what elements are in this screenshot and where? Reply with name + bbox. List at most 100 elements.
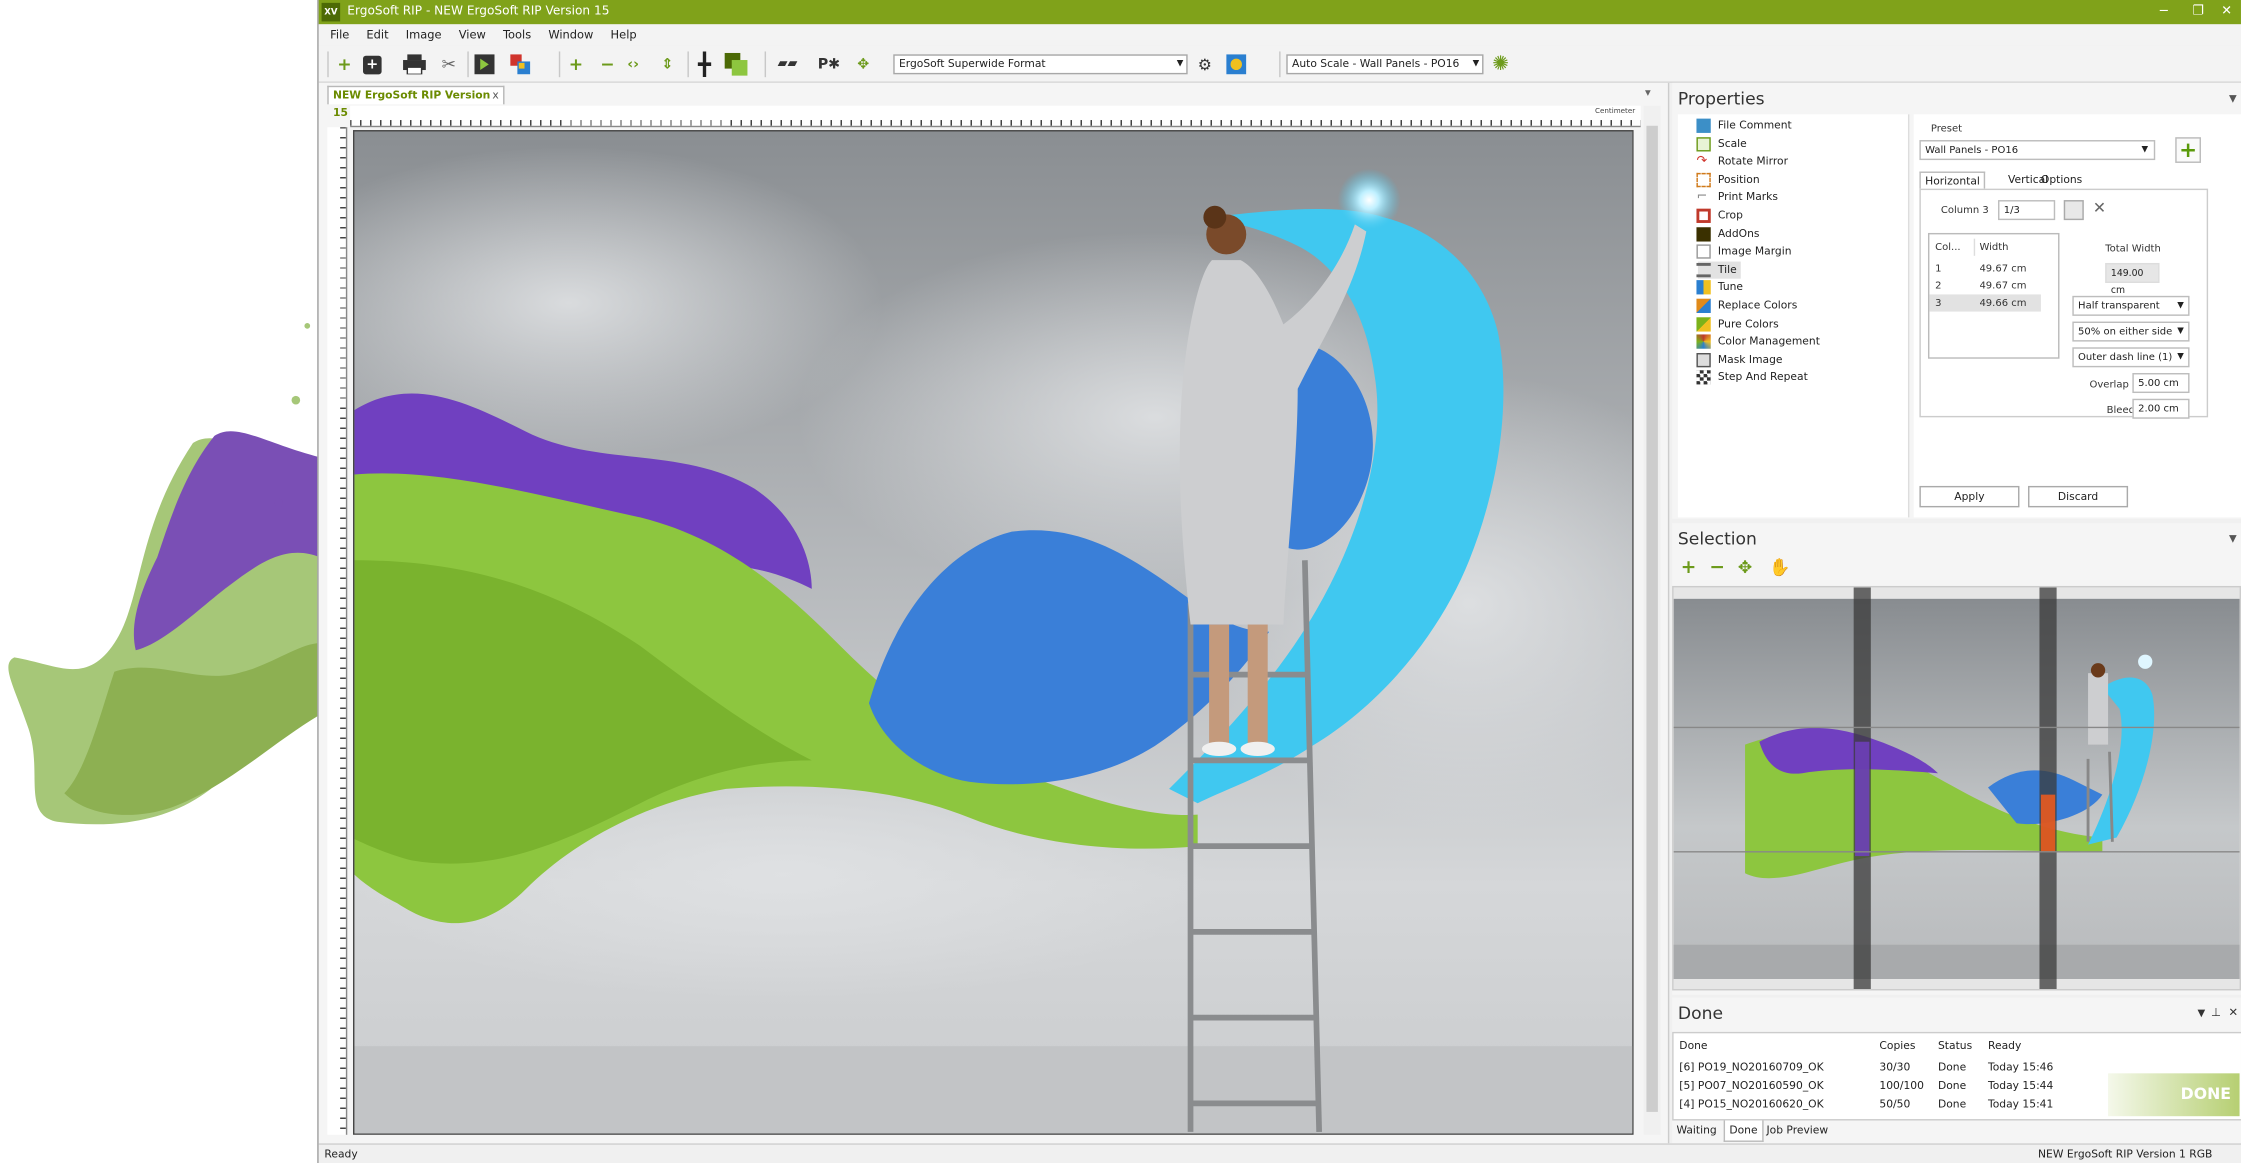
col-header-done: Done <box>1679 1039 1708 1052</box>
col-header-copies: Copies <box>1879 1039 1916 1052</box>
tree-item-tile[interactable]: Tile <box>1696 261 1741 279</box>
pin-icon[interactable]: ⊥ <box>2211 998 2221 1029</box>
width-header: Width <box>1979 241 2009 253</box>
tab-waiting[interactable]: Waiting <box>1672 1120 1721 1140</box>
mask-icon <box>1696 352 1711 368</box>
col-header-status: Status <box>1937 1039 1973 1052</box>
queue-tabs: Waiting Done Job Preview <box>1672 1120 2241 1142</box>
printmarks-icon: ⌐ <box>1696 190 1708 205</box>
apply-button[interactable]: Apply <box>1919 485 2020 508</box>
comment-icon <box>1696 118 1711 133</box>
minimize-button[interactable]: − <box>2148 0 2179 24</box>
panel-menu-icon[interactable]: ▼ <box>2229 83 2237 114</box>
scale-icon <box>1696 136 1711 151</box>
addons-icon <box>1696 226 1711 241</box>
step-repeat-icon <box>1696 370 1711 386</box>
layers-icon[interactable] <box>724 52 748 76</box>
crosshair-icon[interactable]: ╋ <box>693 51 716 77</box>
table-row-selected[interactable]: 3 49.66 cm <box>1929 294 2041 312</box>
selection-panel: Selection ▼ + − ✥ ✋ <box>1672 523 2241 995</box>
close-panel-icon[interactable]: ✕ <box>2229 998 2239 1029</box>
window-title: ErgoSoft RIP - NEW ErgoSoft RIP Version … <box>347 4 610 19</box>
overlap-input[interactable]: 5.00 cm <box>2132 373 2190 394</box>
table-row[interactable]: [4] PO15_NO20160620_OK 50/50 Done Today … <box>1674 1095 2103 1114</box>
color-settings-icon[interactable] <box>1225 53 1248 76</box>
add-preset-button[interactable]: + <box>2175 137 2201 163</box>
output-format-select[interactable]: ErgoSoft Superwide Format ▼ <box>893 54 1188 75</box>
close-button[interactable]: ✕ <box>2211 0 2241 24</box>
menu-bar: File Edit Image View Tools Window Help <box>318 24 2241 46</box>
table-row[interactable]: [5] PO07_NO20160590_OK 100/100 Done Toda… <box>1674 1076 2103 1095</box>
menu-tools[interactable]: Tools <box>497 24 537 45</box>
pure-colors-icon <box>1696 316 1711 331</box>
toolbar-separator <box>1279 51 1281 78</box>
table-row[interactable]: 1 49.67 cm <box>1929 260 2058 277</box>
fit-view-icon[interactable]: ✥ <box>1738 557 1752 577</box>
transparency-select[interactable]: Half transparent ▼ <box>2072 295 2190 316</box>
menu-view[interactable]: View <box>453 24 492 45</box>
queue-icon[interactable]: ▰▰ <box>776 53 799 76</box>
settings-icon[interactable]: ⚙ <box>1193 53 1216 76</box>
add-image-icon[interactable]: + <box>363 55 382 75</box>
maximize-button[interactable]: ❐ <box>2182 0 2213 24</box>
send-icon[interactable] <box>473 53 496 76</box>
total-width-value: 149.00 cm <box>2105 262 2160 296</box>
status-text: Ready <box>324 1147 358 1161</box>
margin-icon <box>1696 244 1711 259</box>
new-icon[interactable]: + <box>333 53 356 76</box>
menu-image[interactable]: Image <box>400 24 447 45</box>
tab-done[interactable]: Done <box>1723 1120 1764 1142</box>
column-input[interactable]: 1/3 <box>1998 200 2056 221</box>
pause-icon[interactable]: P✱ <box>818 53 841 76</box>
menu-edit[interactable]: Edit <box>361 24 395 45</box>
ruler-unit: Centimeter <box>1594 107 1636 116</box>
fit-icon[interactable] <box>2063 200 2084 221</box>
panel-menu-icon[interactable]: ▼ <box>2229 523 2237 554</box>
panel-menu-icon[interactable]: ▼ <box>2198 998 2206 1029</box>
main-toolbar: + + ✂ + − ‹› ⇕ ╋ ▰▰ P✱ ✥ ErgoSoft Superw… <box>318 45 2241 83</box>
tab-job-preview[interactable]: Job Preview <box>1762 1120 1832 1140</box>
document-vertical-scrollbar[interactable] <box>1643 105 1661 1135</box>
scale-select[interactable]: Auto Scale - Wall Panels - PO16 ▼ <box>1286 54 1484 75</box>
color-icon[interactable] <box>509 53 532 76</box>
gear-icon[interactable]: ✺ <box>1489 53 1512 76</box>
tab-list-icon[interactable]: ▾ <box>1645 86 1651 99</box>
delete-icon[interactable]: ✕ <box>2089 199 2109 219</box>
menu-file[interactable]: File <box>324 24 355 45</box>
discard-button[interactable]: Discard <box>2028 485 2129 508</box>
close-tab-icon[interactable]: x <box>492 87 498 104</box>
vertical-ruler <box>327 127 348 1135</box>
printer-icon[interactable] <box>403 53 426 76</box>
overlap-mode-select[interactable]: 50% on either side ▼ <box>2072 321 2190 342</box>
arrows-horizontal-icon[interactable]: ‹› <box>622 53 645 76</box>
bleed-label: Bleed <box>2106 404 2135 416</box>
zoom-out-icon[interactable]: − <box>596 53 619 76</box>
tab-horizontal[interactable]: Horizontal <box>1919 171 1986 189</box>
table-row[interactable]: [6] PO19_NO20160709_OK 30/30 Done Today … <box>1674 1058 2103 1077</box>
scrollbar-thumb[interactable] <box>1646 125 1658 1112</box>
header-divider <box>1973 238 1976 256</box>
properties-panel: Properties ▼ File Comment Scale ↷ Rotate M… <box>1672 82 2241 519</box>
bleed-input[interactable]: 2.00 cm <box>2132 398 2190 419</box>
tile-preview-image <box>1673 587 2240 990</box>
hand-icon[interactable]: ✋ <box>1769 557 1790 577</box>
tab-options[interactable]: Options <box>2041 172 2082 189</box>
title-bar[interactable]: XV ErgoSoft RIP - NEW ErgoSoft RIP Versi… <box>318 0 2241 25</box>
document-tab[interactable]: NEW ErgoSoft RIP Version 15 x <box>327 85 505 119</box>
image-canvas[interactable] <box>353 130 1634 1135</box>
arrows-vertical-icon[interactable]: ⇕ <box>656 53 679 76</box>
menu-window[interactable]: Window <box>543 24 600 45</box>
move-icon[interactable]: ✥ <box>852 53 875 76</box>
selection-header: Selection ▼ <box>1672 523 2241 554</box>
horizontal-ruler <box>350 105 1641 128</box>
zoom-in-icon[interactable]: + <box>1681 557 1697 578</box>
status-bar: Ready NEW ErgoSoft RIP Version 1 RGB <box>318 1143 2241 1163</box>
zoom-in-icon[interactable]: + <box>565 53 588 76</box>
table-row[interactable]: 2 49.67 cm <box>1929 277 2058 294</box>
dash-line-select[interactable]: Outer dash line (1) ▼ <box>2072 347 2190 368</box>
selection-preview[interactable] <box>1672 585 2241 991</box>
zoom-out-icon[interactable]: − <box>1709 557 1725 578</box>
menu-help[interactable]: Help <box>605 24 643 45</box>
preset-select[interactable]: Wall Panels - PO16 ▼ <box>1919 140 2156 161</box>
scissors-icon[interactable]: ✂ <box>437 53 460 76</box>
